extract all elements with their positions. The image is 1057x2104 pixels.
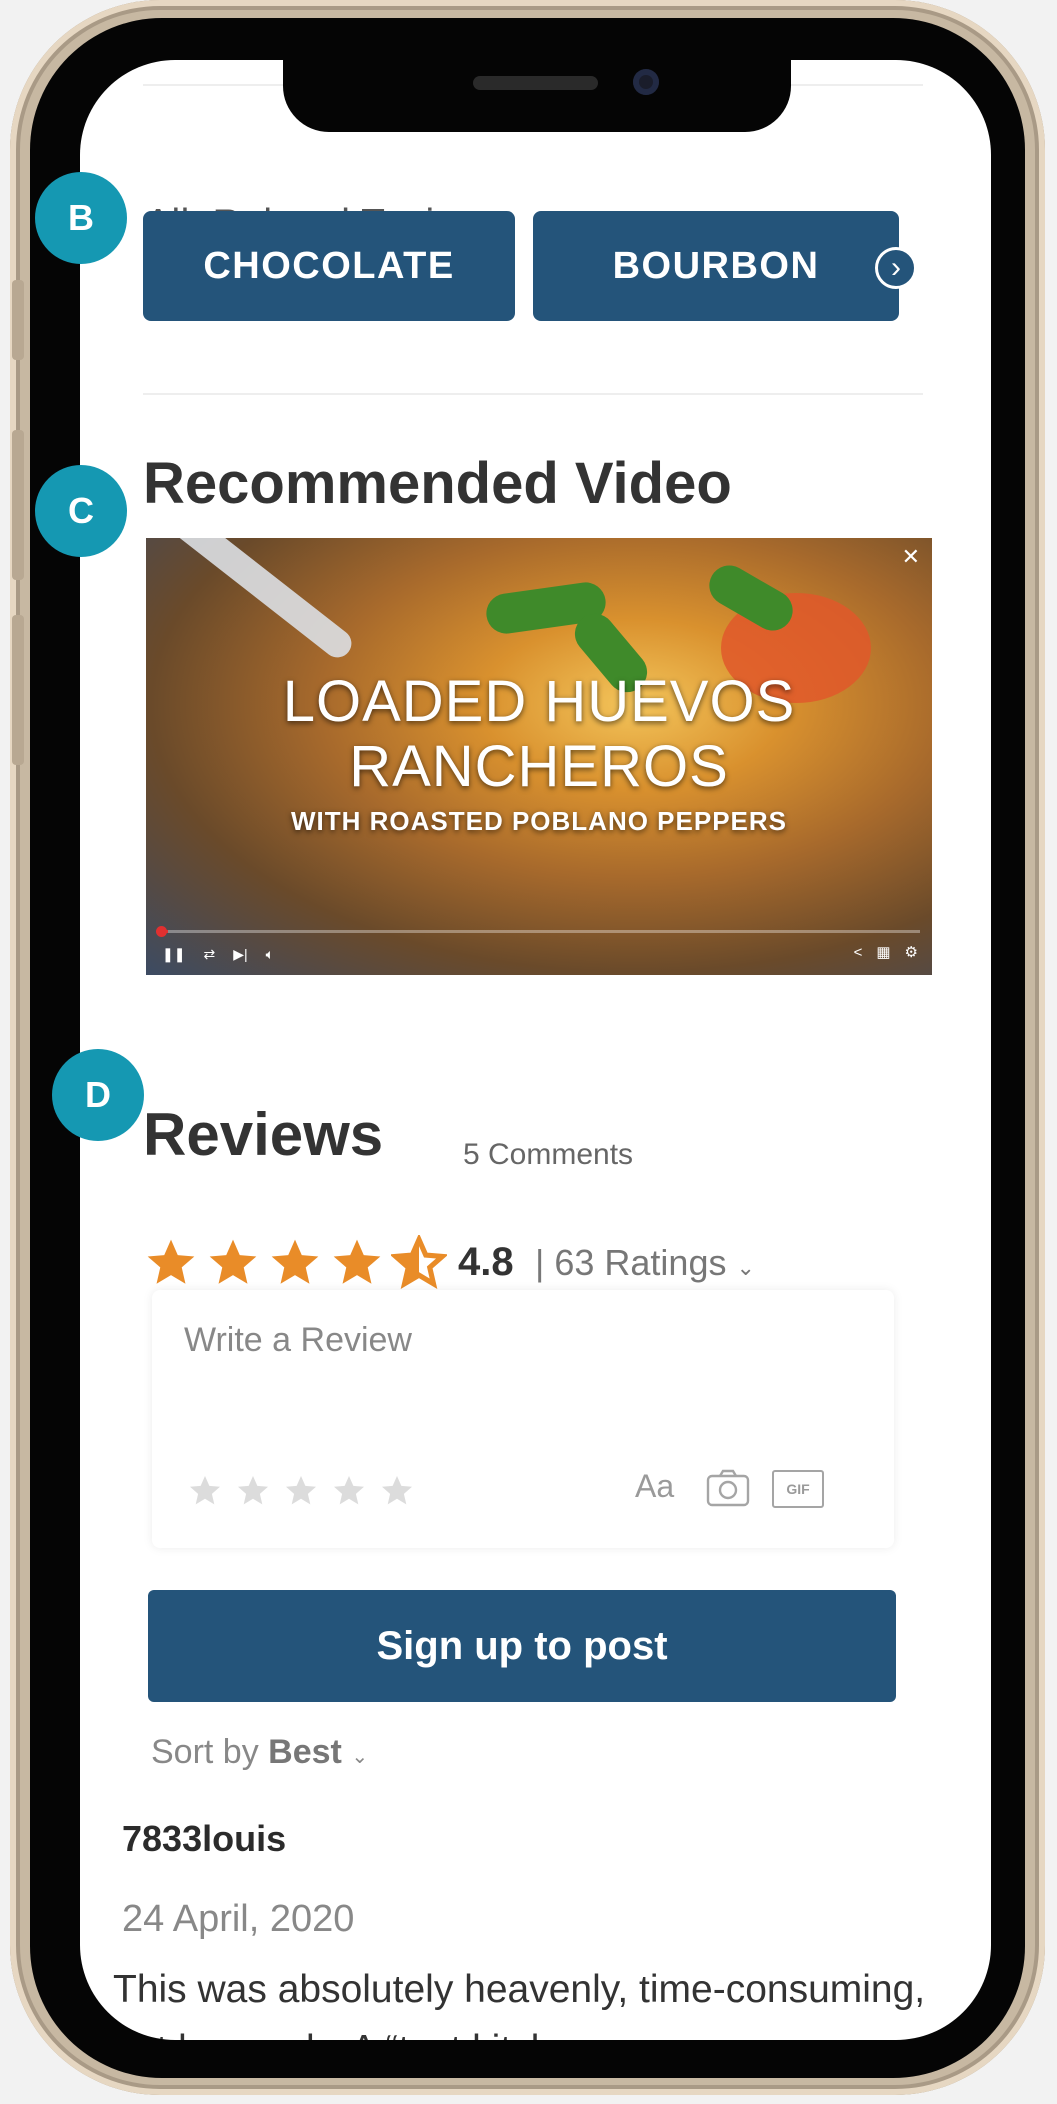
camera-icon[interactable]: [705, 1468, 751, 1508]
video-controls: ❚❚ ⇄ ▶| 🔈︎: [162, 946, 274, 963]
review-star-input[interactable]: [187, 1473, 415, 1509]
gif-icon[interactable]: GIF: [772, 1470, 824, 1508]
star-empty-icon[interactable]: [187, 1473, 223, 1509]
next-icon[interactable]: ▶|: [233, 946, 247, 963]
topic-chip-chocolate[interactable]: CHOCOLATE: [143, 211, 515, 321]
star-empty-icon[interactable]: [235, 1473, 271, 1509]
video-title-line1: LOADED HUEVOS: [282, 669, 796, 734]
video-title-line2: RANCHEROS: [349, 734, 729, 799]
reviews-title: Reviews: [143, 1101, 384, 1168]
write-review-box[interactable]: Write a Review Aa GIF: [152, 1290, 894, 1548]
annotation-badge-c: C: [35, 465, 127, 557]
sort-label: Sort by: [151, 1733, 259, 1771]
close-icon[interactable]: ✕: [902, 544, 920, 570]
ratings-count: | 63 Ratings: [535, 1242, 727, 1283]
review-placeholder: Write a Review: [184, 1321, 412, 1359]
video-progress-bar[interactable]: [156, 926, 920, 937]
divider: [143, 393, 923, 395]
chevron-down-icon: ⌄: [351, 1746, 369, 1768]
annotation-badge-b: B: [35, 172, 127, 264]
share-icon[interactable]: <: [854, 944, 863, 961]
star-full-icon: [271, 1239, 319, 1284]
annotation-badge-d: D: [52, 1049, 144, 1141]
text-format-icon[interactable]: Aa: [635, 1468, 674, 1505]
phone-screen: All Related Topics CHOCOLATE BOURBON › R…: [80, 60, 991, 2040]
front-camera: [633, 69, 659, 95]
sort-dropdown[interactable]: Sort by Best ⌄: [151, 1733, 368, 1772]
mute-switch: [12, 280, 24, 360]
star-full-icon: [147, 1239, 195, 1284]
chevron-right-icon[interactable]: ›: [875, 247, 917, 289]
star-half-icon: [391, 1235, 447, 1290]
notch: [283, 58, 791, 132]
video-controls-right: < ▦ ⚙: [854, 943, 918, 962]
topic-chip-bourbon[interactable]: BOURBON: [533, 211, 899, 321]
comment-date: 24 April, 2020: [122, 1898, 355, 1940]
star-empty-icon[interactable]: [283, 1473, 319, 1509]
rating-stars: [143, 1235, 447, 1291]
comment-text: This was absolutely heavenly, time-consu…: [113, 1968, 926, 2040]
ratings-dropdown[interactable]: | 63 Ratings ⌄: [535, 1242, 755, 1284]
video-player[interactable]: LOADED HUEVOS RANCHEROS WITH ROASTED POB…: [146, 538, 932, 975]
pause-icon[interactable]: ❚❚: [162, 946, 185, 963]
volume-up-button: [12, 430, 24, 580]
speaker-grille: [473, 76, 598, 90]
chevron-down-icon: ⌄: [736, 1255, 755, 1280]
sort-value: Best: [268, 1733, 342, 1771]
rating-value: 4.8: [458, 1240, 514, 1284]
grid-icon[interactable]: ▦: [876, 943, 890, 961]
volume-down-button: [12, 615, 24, 765]
comment-username[interactable]: 7833louis: [122, 1818, 286, 1860]
repeat-icon[interactable]: ⇄: [203, 946, 215, 963]
volume-icon[interactable]: 🔈︎: [266, 946, 274, 963]
star-empty-icon[interactable]: [331, 1473, 367, 1509]
recommended-video-title: Recommended Video: [143, 451, 732, 516]
sign-up-to-post-button[interactable]: Sign up to post: [148, 1590, 896, 1702]
video-progress-fill: [156, 926, 168, 937]
video-frame-spoon: [146, 538, 358, 664]
star-full-icon: [209, 1239, 257, 1284]
star-empty-icon[interactable]: [379, 1473, 415, 1509]
gear-icon[interactable]: ⚙: [905, 943, 918, 961]
comment-count[interactable]: 5 Comments: [463, 1138, 633, 1172]
star-full-icon: [333, 1239, 381, 1284]
video-subtitle: WITH ROASTED POBLANO PEPPERS: [290, 806, 788, 836]
video-progress-handle[interactable]: [156, 926, 167, 937]
